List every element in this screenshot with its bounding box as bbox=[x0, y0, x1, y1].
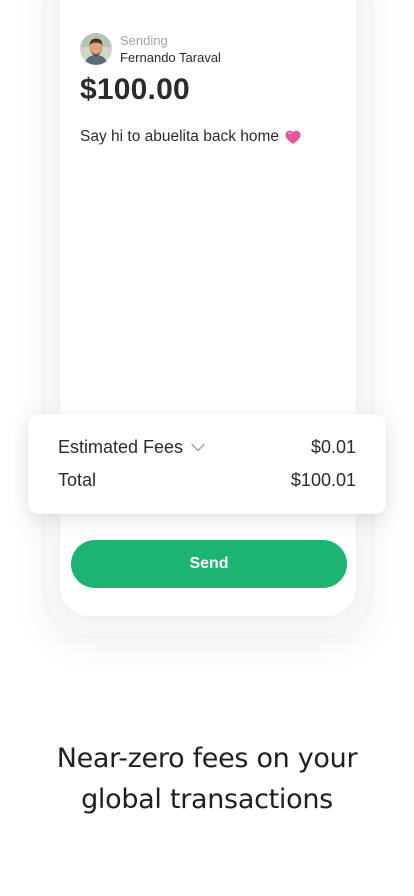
headline-line-2: global transactions bbox=[81, 784, 333, 815]
send-button[interactable]: Send bbox=[71, 540, 347, 588]
transfer-message: Say hi to abuelita back home bbox=[80, 128, 301, 146]
avatar bbox=[80, 33, 112, 65]
fees-card: Estimated Fees $0.01 Total $100.01 bbox=[28, 414, 386, 514]
total-value: $100.01 bbox=[290, 470, 356, 490]
message-text: Say hi to abuelita back home bbox=[80, 128, 280, 145]
estimated-fees-value: $0.01 bbox=[310, 437, 356, 457]
total-row: Total $100.01 bbox=[58, 470, 356, 491]
heart-icon bbox=[285, 130, 301, 144]
estimated-fees-label: Estimated Fees bbox=[58, 437, 184, 457]
recipient-name: Fernando Taraval bbox=[120, 49, 221, 65]
estimated-fees-row[interactable]: Estimated Fees $0.01 bbox=[58, 437, 356, 458]
chevron-down-icon[interactable] bbox=[191, 443, 205, 452]
sending-label: Sending bbox=[120, 32, 168, 48]
recipient-row: Sending Fernando Taraval bbox=[80, 32, 221, 66]
headline-line-1: Near-zero fees on your bbox=[56, 743, 358, 774]
total-label: Total bbox=[58, 470, 97, 490]
estimated-fees-label-group: Estimated Fees bbox=[58, 437, 205, 458]
transfer-amount: $100.00 bbox=[80, 73, 190, 106]
marketing-headline: Near-zero fees on your global transactio… bbox=[0, 738, 414, 820]
